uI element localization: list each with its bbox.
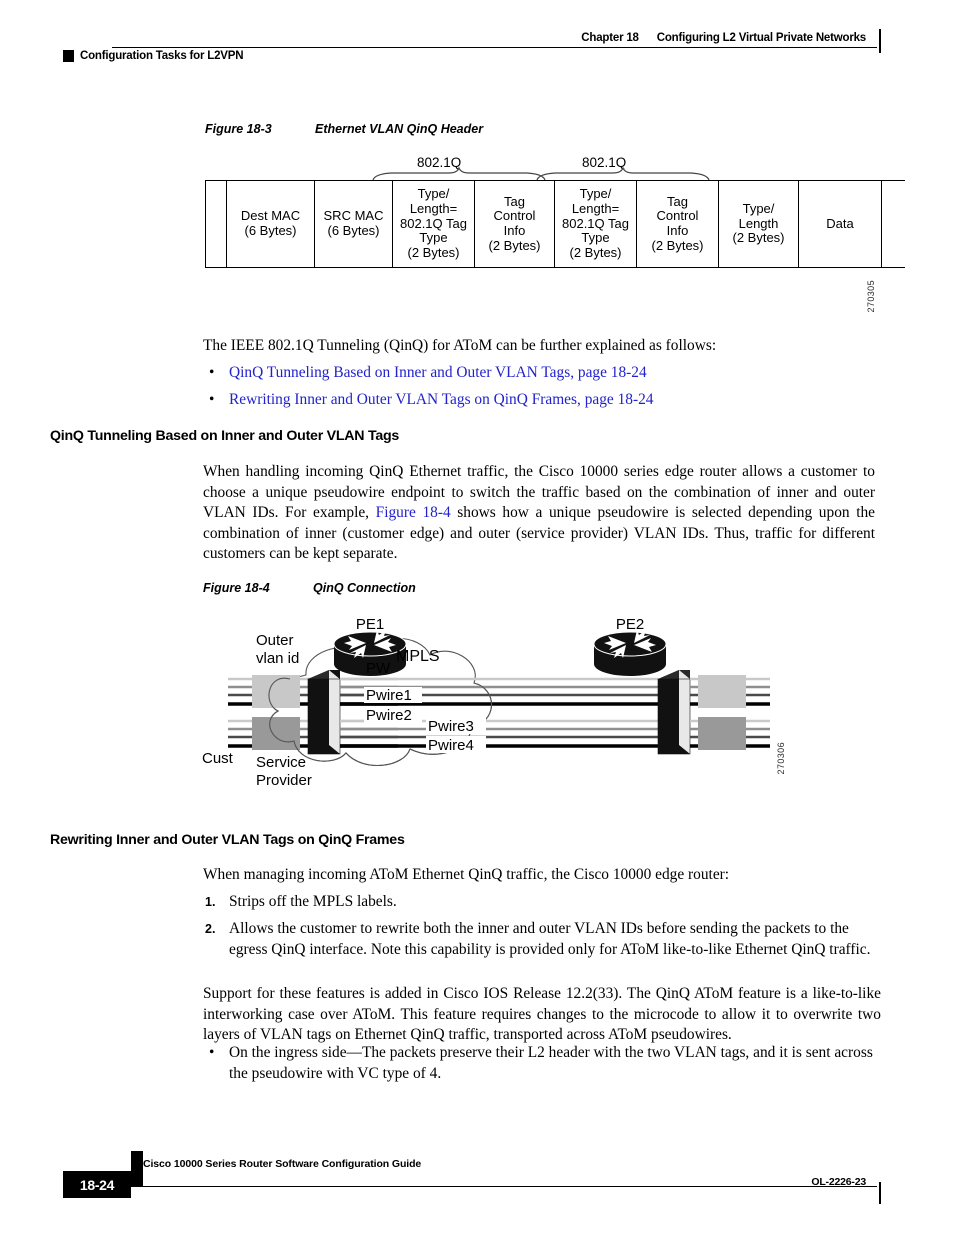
bullet-glyph: • [209, 391, 215, 408]
figure-18-4-label: Figure 18-4 [203, 581, 270, 595]
qinq-header-cell-5: Type/ Length= 802.1Q Tag Type (2 Bytes) [555, 181, 637, 267]
figure-18-4-id: 270306 [776, 742, 786, 775]
label-service-line1: Service [256, 754, 306, 771]
document-page: Chapter 18 Configuring L2 Virtual Private… [0, 0, 954, 1235]
label-mpls: MPLS [396, 648, 440, 665]
page-header-chapter: Chapter 18 Configuring L2 Virtual Private… [581, 32, 866, 44]
figure-18-4-graphic: PE1 PE2 Outer vlan id Cust Service Provi… [198, 607, 798, 792]
qinq-header-cell-label-2: SRC MAC (6 Bytes) [323, 208, 384, 238]
header-section-title: Configuration Tasks for L2VPN [80, 50, 244, 62]
qinq-header-table: Dest MAC (6 Bytes) SRC MAC (6 Bytes) Type/… [205, 180, 905, 268]
figure-18-3-id: 270305 [866, 280, 876, 313]
label-pwire1: Pwire1 [366, 687, 412, 704]
figure-18-4-title: QinQ Connection [313, 581, 416, 595]
heading-rewriting-tags: Rewriting Inner and Outer VLAN Tags on Q… [50, 832, 405, 848]
pe2-router-icon [593, 629, 667, 677]
rewriting-bullet-1: • On the ingress side—The packets preser… [203, 1043, 883, 1084]
outer-vlan-block-light-left [252, 675, 300, 708]
figure-18-4-caption: Figure 18-4 QinQ Connection [203, 581, 416, 595]
right-device-box [657, 670, 691, 755]
header-chapter-number: Chapter 18 [581, 32, 639, 44]
header-end-tick [879, 29, 881, 53]
outer-vlan-block-dark-right [698, 717, 746, 750]
label-cust: Cust [202, 750, 234, 767]
qinq-header-cell-6: Tag Control Info (2 Bytes) [637, 181, 719, 267]
intro-link-item-1[interactable]: • QinQ Tunneling Based on Inner and Oute… [203, 363, 893, 384]
qinq-header-cell-8: Data [799, 181, 882, 267]
qinq-tunneling-paragraph: When handling incoming QinQ Ethernet tra… [203, 462, 875, 565]
step-text-1: Strips off the MPLS labels. [229, 893, 397, 910]
label-pe2: PE2 [616, 616, 644, 633]
rewriting-lead-paragraph: When managing incoming AToM Ethernet Qin… [203, 866, 730, 883]
qinq-header-cell-3: Type/ Length= 802.1Q Tag Type (2 Bytes) [393, 181, 475, 267]
qinq-header-cell-label-6: Tag Control Info (2 Bytes) [651, 193, 704, 253]
qinq-header-cell-1: Dest MAC (6 Bytes) [227, 181, 315, 267]
label-pe1: PE1 [356, 616, 384, 633]
label-service-line2: Provider [256, 772, 312, 789]
intro-link-item-2[interactable]: • Rewriting Inner and Outer VLAN Tags on… [203, 390, 893, 411]
rewriting-bullet-text-1: On the ingress side—The packets preserve… [229, 1044, 873, 1082]
footer-page-number: 18-24 [63, 1171, 131, 1198]
rewriting-step-1: 1. Strips off the MPLS labels. [203, 892, 883, 913]
figure-18-4-crossref-link[interactable]: Figure 18-4 [376, 504, 451, 521]
footer-doc-id: OL-2226-23 [811, 1176, 866, 1188]
header-bullet-square [63, 50, 74, 62]
qinq-header-cell-label-8: Data [826, 215, 854, 231]
rewriting-support-paragraph: Support for these features is added in C… [203, 985, 881, 1044]
qinq-header-cell-4: Tag Control Info (2 Bytes) [475, 181, 555, 267]
qinq-header-cell-2: SRC MAC (6 Bytes) [315, 181, 393, 267]
qinq-header-cell-label-3: Type/ Length= 802.1Q Tag Type (2 Bytes) [400, 186, 467, 261]
step-text-2: Allows the customer to rewrite both the … [229, 920, 871, 958]
footer-rule [112, 1186, 877, 1187]
intro-lead-paragraph: The IEEE 802.1Q Tunneling (QinQ) for ATo… [203, 337, 717, 354]
qinq-connection-diagram: PE1 PE2 Outer vlan id Cust Service Provi… [202, 616, 770, 789]
qinq-header-cell-label-1: Dest MAC (6 Bytes) [240, 208, 301, 238]
heading-qinq-tunneling: QinQ Tunneling Based on Inner and Outer … [50, 428, 400, 444]
header-chapter-title: Configuring L2 Virtual Private Networks [656, 32, 866, 44]
qinq-header-cell-label-4: Tag Control Info (2 Bytes) [488, 193, 541, 253]
step-number-1: 1. [205, 895, 216, 909]
intro-link-1[interactable]: QinQ Tunneling Based on Inner and Outer … [229, 363, 647, 384]
intro-link-2[interactable]: Rewriting Inner and Outer VLAN Tags on Q… [229, 390, 654, 411]
footer-bullet-square [131, 1151, 143, 1187]
label-outer-vlan-line2: vlan id [256, 650, 299, 667]
brace-icon-1 [372, 166, 546, 181]
bullet-glyph: • [209, 1044, 215, 1061]
header-rule [112, 47, 877, 48]
qinq-header-cell-label-7: Type/ Length (2 Bytes) [732, 200, 785, 246]
footer-doc-title: Cisco 10000 Series Router Software Confi… [143, 1158, 422, 1170]
figure-18-3-label: Figure 18-3 [205, 122, 272, 136]
bullet-glyph: • [209, 364, 215, 381]
label-pwire2: Pwire2 [366, 707, 412, 724]
left-device-box [307, 670, 341, 755]
label-pwire4: Pwire4 [428, 737, 474, 754]
qinq-header-cell-9 [882, 181, 905, 267]
figure-18-3-title: Ethernet VLAN QinQ Header [315, 122, 484, 136]
qinq-header-cell-label-5: Type/ Length= 802.1Q Tag Type (2 Bytes) [562, 186, 629, 261]
label-pwire3: Pwire3 [428, 718, 474, 735]
outer-vlan-block-light-right [698, 675, 746, 708]
rewriting-step-2: 2. Allows the customer to rewrite both t… [203, 919, 883, 960]
figure-18-3-caption: Figure 18-3 Ethernet VLAN QinQ Header [205, 122, 483, 136]
qinq-header-cell-0 [205, 181, 227, 267]
outer-vlan-block-dark-left [252, 717, 300, 750]
footer-end-tick [879, 1182, 881, 1204]
brace-icon-2 [536, 166, 710, 181]
label-outer-vlan-line1: Outer [256, 632, 294, 649]
label-pw: PW [366, 660, 391, 677]
step-number-2: 2. [205, 922, 216, 936]
qinq-header-cell-7: Type/ Length (2 Bytes) [719, 181, 799, 267]
